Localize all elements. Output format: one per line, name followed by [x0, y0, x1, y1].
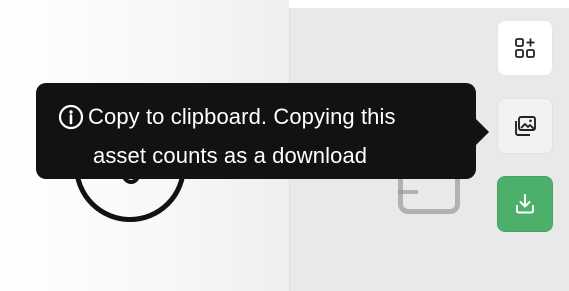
asset-artwork-device-notch — [398, 190, 418, 194]
download-icon — [514, 193, 536, 215]
info-icon — [58, 104, 84, 130]
download-button[interactable] — [497, 176, 553, 232]
add-to-collection-button[interactable] — [497, 20, 553, 76]
asset-preview-stage: Copy to clipboard. Copying this asset co… — [0, 0, 569, 291]
copy-image-icon — [513, 115, 537, 137]
tooltip-arrow — [476, 119, 489, 145]
tooltip-text-line-1: Copy to clipboard. Copying this — [88, 104, 396, 129]
grid-plus-icon — [514, 37, 536, 59]
copy-to-clipboard-button[interactable] — [497, 98, 553, 154]
tooltip-text-line-2: asset counts as a download — [93, 143, 368, 168]
